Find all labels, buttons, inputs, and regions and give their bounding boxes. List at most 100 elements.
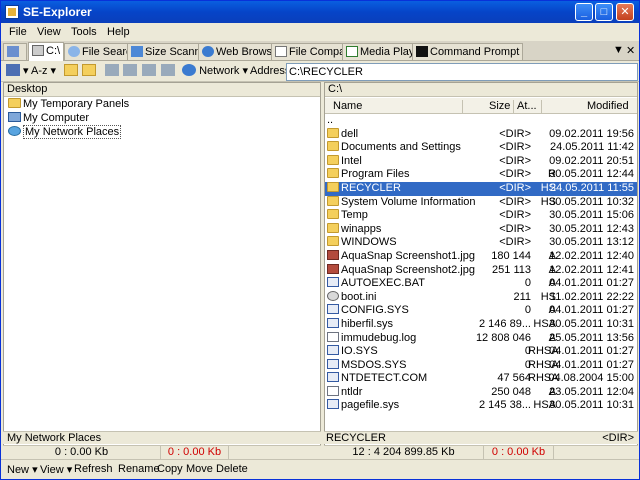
drive-icon	[32, 45, 44, 56]
file-size: 180 144	[491, 249, 531, 262]
column-attributes[interactable]: At...	[517, 100, 537, 112]
address-input[interactable]: C:\RECYCLER	[286, 63, 638, 81]
file-size: 47 564	[497, 372, 531, 385]
file-row[interactable]: AquaSnap Screenshot1.jpg 180 144 A 12.02.20…	[325, 249, 637, 264]
view-button[interactable]: View ▾	[40, 463, 72, 476]
file-row[interactable]: RECYCLER <DIR> HS 24.05.2011 11:55	[325, 181, 637, 196]
left-status-values: 0 : 0.00 Kb 0 : 0.00 Kb	[3, 445, 321, 459]
tab-desktop-icon[interactable]	[3, 43, 27, 60]
menu-view[interactable]: View	[37, 26, 61, 38]
tabs-dropdown-icon[interactable]: ▼	[613, 44, 624, 56]
file-name: pagefile.sys	[341, 399, 400, 412]
file-name: NTDETECT.COM	[341, 372, 428, 385]
image-file-icon	[327, 249, 339, 260]
file-name: hiberfil.sys	[341, 317, 393, 330]
maximize-button[interactable]: □	[595, 3, 613, 21]
view-mode-button[interactable]: ▾	[6, 64, 29, 80]
close-button[interactable]: ✕	[616, 3, 634, 21]
menu-help[interactable]: Help	[107, 26, 130, 38]
minimize-button[interactable]: _	[575, 3, 593, 21]
file-row[interactable]: System Volume Information <DIR> HS 30.05.20…	[325, 195, 637, 210]
properties-button[interactable]	[161, 64, 175, 80]
copy-button[interactable]: Copy	[157, 463, 183, 475]
folder-icon	[327, 209, 339, 220]
move-button[interactable]: Move	[186, 463, 213, 475]
file-modified: 24.05.2011 11:42	[549, 141, 634, 154]
menu-tools[interactable]: Tools	[71, 26, 97, 38]
file-row[interactable]: IO.SYS 0 RHSA 04.01.2011 01:27	[325, 345, 637, 359]
tree-item-network-places[interactable]: My Network Places	[8, 125, 122, 139]
folder-up-icon	[82, 64, 96, 76]
file-name: dell	[341, 127, 359, 140]
tree-item-temporary-panels[interactable]: My Temporary Panels	[8, 98, 129, 111]
tab-command-prompt[interactable]: Command Prompt	[412, 43, 524, 60]
sort-button[interactable]: A-z ▾	[31, 64, 56, 80]
file-row[interactable]: MSDOS.SYS 0 RHSA 04.01.2011 01:27	[325, 358, 637, 373]
file-row[interactable]: NTDETECT.COM 47 564 RHSA 04.08.2004 15:00	[325, 372, 637, 386]
disconnect-drive-button[interactable]	[123, 64, 137, 80]
file-row[interactable]: pagefile.sys 2 145 38... HSA 30.05.2011 10:…	[325, 399, 637, 413]
file-row[interactable]: hiberfil.sys 2 146 89... HSA 30.05.2011 10:…	[325, 317, 637, 332]
delete-button[interactable]: Delete	[216, 463, 248, 475]
file-size: <DIR>	[499, 236, 531, 249]
file-row[interactable]: winapps <DIR> 30.05.2011 12:43	[325, 222, 637, 237]
file-list: .. dell <DIR> 09.02.2011 19:56 Documents an…	[325, 114, 637, 413]
new-button[interactable]: New ▾	[7, 463, 38, 476]
file-icon	[327, 331, 339, 342]
file-row[interactable]: Temp <DIR> 30.05.2011 15:06	[325, 209, 637, 223]
right-pane-header: C:\	[325, 83, 637, 97]
tab-close-icon[interactable]: ✕	[626, 44, 635, 57]
file-row[interactable]: Program Files <DIR> R 30.05.2011 12:44	[325, 168, 637, 182]
parent-dir-row[interactable]: ..	[325, 114, 637, 128]
file-row[interactable]: WINDOWS <DIR> 30.05.2011 13:12	[325, 236, 637, 250]
rename-button[interactable]: Rename	[118, 463, 160, 475]
properties-icon	[161, 64, 175, 76]
system-file-icon	[327, 372, 339, 383]
column-name[interactable]: Name	[333, 100, 362, 112]
file-size: 12 808 046	[475, 331, 531, 344]
file-row[interactable]: dell <DIR> 09.02.2011 19:56	[325, 127, 637, 142]
file-name: AUTOEXEC.BAT	[341, 277, 425, 290]
network-dropdown[interactable]: Network ▾	[182, 64, 248, 80]
file-row[interactable]: Intel <DIR> 09.02.2011 20:51	[325, 154, 637, 169]
file-row[interactable]: CONFIG.SYS 0 A 04.01.2011 01:27	[325, 304, 637, 318]
file-modified: 04.01.2011 01:27	[549, 304, 634, 317]
tree-item-my-computer[interactable]: My Computer	[8, 112, 89, 125]
file-size: 251 113	[492, 263, 531, 276]
file-modified: 30.05.2011 15:06	[549, 209, 634, 222]
map-drive-button[interactable]	[105, 64, 119, 80]
tab-drive-c[interactable]: C:\	[28, 42, 65, 61]
file-row[interactable]: Documents and Settings <DIR> 24.05.2011 11…	[325, 141, 637, 155]
left-pane: Desktop My Temporary Panels My Computer …	[3, 82, 321, 457]
folder-icon	[327, 168, 339, 179]
file-modified: 30.05.2011 13:12	[549, 236, 634, 249]
folder-icon	[327, 181, 339, 192]
file-modified: 24.05.2011 11:55	[549, 181, 634, 194]
refresh-button[interactable]: Refresh	[74, 463, 113, 475]
system-file-icon	[327, 304, 339, 315]
up-folder-button[interactable]	[82, 64, 96, 80]
column-size[interactable]: Size	[489, 100, 510, 112]
file-row[interactable]: AquaSnap Screenshot2.jpg 251 113 A 12.02.20…	[325, 263, 637, 278]
folder-icon	[327, 154, 339, 165]
file-size: <DIR>	[499, 154, 531, 167]
file-modified: 30.05.2011 10:32	[549, 195, 634, 208]
file-row[interactable]: ntldr 250 048 A 23.05.2011 12:04	[325, 385, 637, 400]
folder-icon	[8, 98, 21, 108]
new-folder-button[interactable]	[64, 64, 78, 80]
column-modified[interactable]: Modified	[587, 100, 629, 112]
file-size: 2 145 38...	[479, 399, 531, 412]
system-file-icon	[327, 358, 339, 369]
left-pane-header: Desktop	[4, 83, 320, 97]
title-bar[interactable]: SE-Explorer _ □ ✕	[1, 1, 639, 23]
bottom-command-bar: New ▾ View ▾ Refresh Rename Copy Move De…	[1, 459, 639, 479]
column-header-row: Name Size At... Modified	[325, 98, 637, 114]
file-row[interactable]: immudebug.log 12 808 046 A 25.05.2011 13:56	[325, 331, 637, 346]
share-button[interactable]	[142, 64, 156, 80]
file-modified: 04.08.2004 15:00	[548, 372, 634, 385]
system-file-icon	[327, 317, 339, 328]
menu-file[interactable]: File	[9, 26, 27, 38]
file-row[interactable]: AUTOEXEC.BAT 0 A 04.01.2011 01:27	[325, 277, 637, 291]
right-status-selected: 0 : 0.00 Kb	[484, 446, 554, 459]
file-row[interactable]: boot.ini 211 HS 11.02.2011 22:22	[325, 290, 637, 305]
